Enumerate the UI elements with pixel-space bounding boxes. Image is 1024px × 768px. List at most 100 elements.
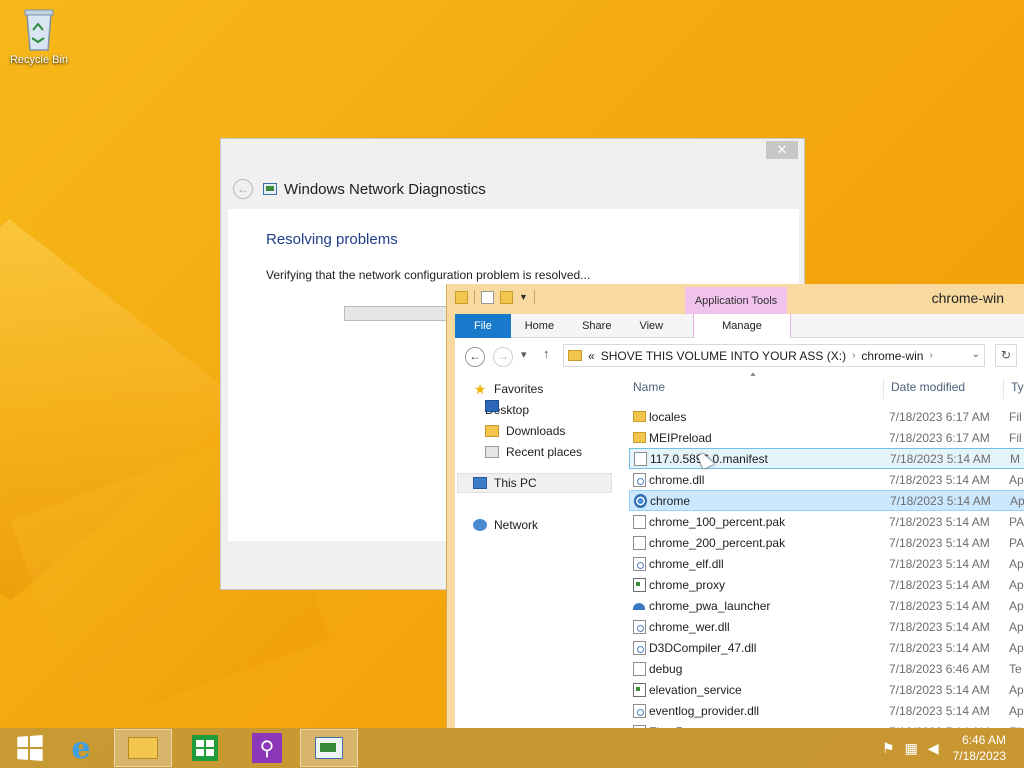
file-row[interactable]: eventlog_provider.dll 7/18/2023 5:14 AM Ap <box>629 700 1024 721</box>
column-header-type[interactable]: Ty <box>1011 373 1024 401</box>
file-row[interactable]: chrome 7/18/2023 5:14 AM Ap <box>629 490 1024 511</box>
file-row[interactable]: MEIPreload 7/18/2023 6:17 AM Fil <box>629 427 1024 448</box>
file-name: chrome.dll <box>649 472 705 487</box>
file-row[interactable]: chrome_100_percent.pak 7/18/2023 5:14 AM P… <box>629 511 1024 532</box>
taskbar-internet-explorer[interactable]: e <box>52 729 110 767</box>
status-text: Verifying that the network configuration… <box>266 268 591 282</box>
dll-file-icon <box>633 556 646 571</box>
nav-item-recent-places[interactable]: Recent places <box>485 442 582 462</box>
page-heading: Resolving problems <box>266 231 398 248</box>
new-folder-icon[interactable] <box>500 290 513 304</box>
action-center-flag-icon[interactable]: ⚑ <box>882 740 895 757</box>
nav-item-network[interactable]: Network <box>473 515 538 535</box>
recent-places-icon <box>485 446 499 458</box>
breadcrumb-overflow[interactable]: « <box>588 349 595 363</box>
file-row[interactable]: debug 7/18/2023 6:46 AM Te <box>629 658 1024 679</box>
file-type: Ap <box>1009 598 1024 613</box>
file-row[interactable]: chrome.dll 7/18/2023 5:14 AM Ap <box>629 469 1024 490</box>
contextual-tab-header: Application Tools <box>685 287 787 315</box>
file-row[interactable]: chrome_proxy 7/18/2023 5:14 AM Ap <box>629 574 1024 595</box>
chrome-file-icon <box>634 493 647 508</box>
file-type: Fil <box>1009 409 1022 424</box>
close-button[interactable]: ✕ <box>766 141 798 159</box>
back-arrow-icon[interactable]: ← <box>233 179 253 199</box>
tab-manage[interactable]: Manage <box>693 314 791 338</box>
taskbar-store[interactable] <box>176 729 234 767</box>
file-name: elevation_service <box>649 682 742 697</box>
address-bar[interactable]: « SHOVE THIS VOLUME INTO YOUR ASS (X:) ›… <box>563 344 985 367</box>
nav-item-label: Favorites <box>494 382 544 396</box>
nav-item-desktop[interactable]: Desktop <box>485 400 529 420</box>
file-row[interactable]: chrome_wer.dll 7/18/2023 5:14 AM Ap <box>629 616 1024 637</box>
explorer-body: ★ Favorites Desktop Downloads Recent pla… <box>455 373 1024 728</box>
desktop-icon <box>485 400 499 412</box>
recent-locations-button[interactable]: ▾ <box>521 348 527 361</box>
breadcrumb-drive[interactable]: SHOVE THIS VOLUME INTO YOUR ASS (X:) <box>601 349 846 363</box>
up-button[interactable]: ↑ <box>543 346 550 361</box>
quick-access-toolbar: ▼ <box>455 290 535 304</box>
forward-button[interactable]: → <box>493 347 513 367</box>
file-date-modified: 7/18/2023 5:14 AM <box>889 640 990 655</box>
ribbon-tabs: File Home Share View Manage <box>455 314 1024 338</box>
file-name: chrome <box>650 493 691 508</box>
diagnostics-titlebar: ← Windows Network Diagnostics <box>233 177 486 201</box>
window-title: Windows Network Diagnostics <box>284 180 486 198</box>
taskbar-search[interactable]: ⚲ <box>238 729 296 767</box>
volume-muted-icon[interactable]: ◀ <box>928 740 939 757</box>
file-row[interactable]: locales 7/18/2023 6:17 AM Fil <box>629 406 1024 427</box>
file-row[interactable]: chrome_elf.dll 7/18/2023 5:14 AM Ap <box>629 553 1024 574</box>
network-diagnostics-icon <box>263 183 277 195</box>
file-type: Ap <box>1009 682 1024 697</box>
nav-item-this-pc[interactable]: This PC <box>457 473 612 493</box>
file-row[interactable]: 117.0.5896.0.manifest 7/18/2023 5:14 AM M <box>629 448 1024 469</box>
clock-date: 7/18/2023 <box>952 749 1006 763</box>
network-status-icon[interactable]: ▦ <box>905 740 918 757</box>
column-header-name[interactable]: Name <box>633 373 665 401</box>
desktop-icon-recycle-bin[interactable]: Recycle Bin <box>4 6 74 66</box>
tab-file[interactable]: File <box>455 314 511 338</box>
breadcrumb-folder[interactable]: chrome-win <box>861 349 923 363</box>
nav-item-label: Downloads <box>506 424 566 438</box>
network-diagnostics-icon <box>315 737 343 759</box>
back-button[interactable]: ← <box>465 347 485 367</box>
taskbar-network-diagnostics[interactable] <box>300 729 358 767</box>
folder-file-icon <box>633 432 646 443</box>
clock[interactable]: 6:46 AM 7/18/2023 <box>953 732 1006 764</box>
sort-ascending-icon: ▲ <box>749 373 757 378</box>
tab-view[interactable]: View <box>625 314 677 338</box>
file-name: MEIPreload <box>649 430 712 445</box>
properties-icon[interactable] <box>481 290 494 304</box>
file-row[interactable]: chrome_pwa_launcher 7/18/2023 5:14 AM Ap <box>629 595 1024 616</box>
star-icon: ★ <box>473 381 487 397</box>
file-row[interactable]: chrome_200_percent.pak 7/18/2023 5:14 AM P… <box>629 532 1024 553</box>
tab-home[interactable]: Home <box>511 314 568 338</box>
system-tray: ⚑ ▦ ◀ 6:46 AM 7/18/2023 <box>882 728 1024 768</box>
chevron-right-icon[interactable]: › <box>852 350 855 361</box>
column-header-date[interactable]: Date modified <box>891 373 965 401</box>
dll-file-icon <box>633 619 646 634</box>
taskbar: e ⚲ ⚑ ▦ ◀ 6:46 AM 7/18/2023 <box>0 728 1024 768</box>
file-name: chrome_elf.dll <box>649 556 724 571</box>
chevron-right-icon[interactable]: › <box>929 350 932 361</box>
file-row[interactable]: First Run7/18/2023 5:14 AMFil <box>629 721 1024 728</box>
customize-toolbar-icon[interactable]: ▼ <box>519 292 528 302</box>
doc-file-icon <box>634 451 647 466</box>
folder-icon <box>568 350 582 361</box>
divider <box>474 290 475 304</box>
dll-file-icon <box>633 703 646 718</box>
file-date-modified: 7/18/2023 5:14 AM <box>889 598 990 613</box>
nav-item-downloads[interactable]: Downloads <box>485 421 565 441</box>
file-row[interactable]: D3DCompiler_47.dll 7/18/2023 5:14 AM Ap <box>629 637 1024 658</box>
doc-file-icon <box>633 514 646 529</box>
file-row[interactable]: elevation_service 7/18/2023 5:14 AM Ap <box>629 679 1024 700</box>
start-button[interactable] <box>0 729 58 767</box>
folder-file-icon <box>633 411 646 422</box>
column-separator[interactable] <box>883 379 884 399</box>
column-separator[interactable] <box>1003 379 1004 399</box>
nav-item-favorites[interactable]: ★ Favorites <box>473 379 544 399</box>
tab-share[interactable]: Share <box>568 314 625 338</box>
nav-item-label: This PC <box>494 476 537 490</box>
taskbar-file-explorer[interactable] <box>114 729 172 767</box>
chevron-down-icon[interactable]: ⌄ <box>972 349 980 360</box>
refresh-button[interactable]: ↻ <box>995 344 1017 367</box>
